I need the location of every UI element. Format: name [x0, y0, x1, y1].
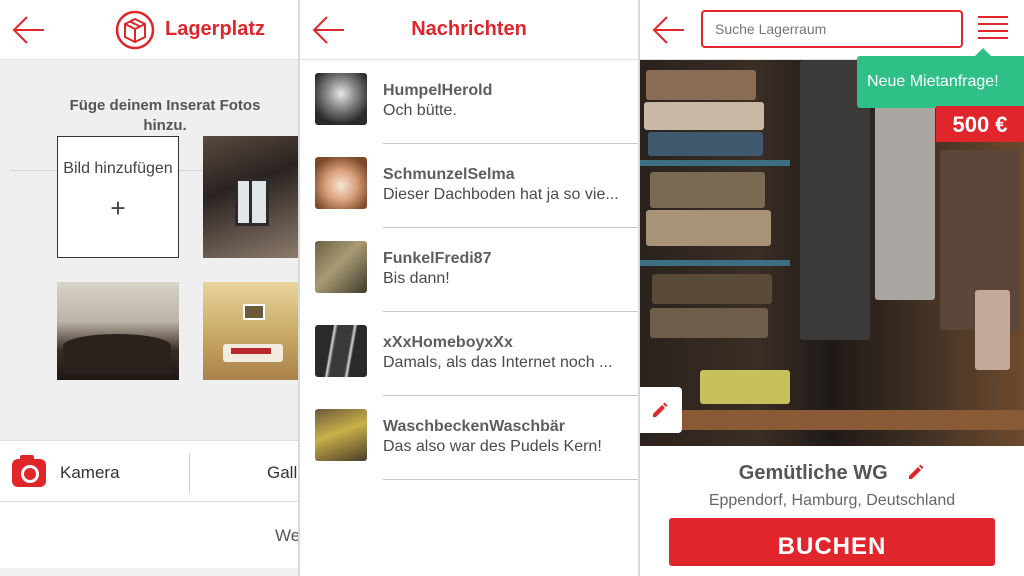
photo-thumbnail-bedroom[interactable] [203, 282, 298, 380]
listing-title-row: Gemütliche WG [640, 462, 1024, 485]
avatar [315, 73, 367, 125]
message-item[interactable]: FunkelFredi87 Bis dann! [300, 228, 638, 312]
camera-icon[interactable] [12, 455, 46, 487]
listing-location: Eppendorf, Hamburg, Deutschland [708, 492, 956, 509]
avatar [315, 409, 367, 461]
listing-screen: Neue Mietanfrage! 500 € Gemütliche WG Ep… [640, 0, 1024, 576]
next-button[interactable]: We [275, 526, 298, 546]
box-logo-icon [115, 10, 155, 50]
book-button[interactable]: BUCHEN [669, 518, 995, 566]
add-image-label: Bild hinzufügen [63, 160, 173, 177]
new-request-toast[interactable]: Neue Mietanfrage! [857, 48, 1024, 108]
top-bar: Lagerplatz [0, 0, 298, 60]
message-sender: HumpelHerold [383, 82, 493, 99]
message-item[interactable]: SchmunzelSelma Dieser Dachboden hat ja s… [300, 144, 638, 228]
page-title: Lagerplatz [165, 18, 266, 40]
avatar [315, 241, 367, 293]
back-arrow-icon[interactable] [12, 14, 46, 46]
add-image-button[interactable]: Bild hinzufügen + [57, 136, 179, 258]
edit-title-pencil-icon[interactable] [907, 463, 925, 481]
top-bar: Nachrichten [300, 0, 638, 60]
message-preview: Dieser Dachboden hat ja so vie... [383, 186, 619, 203]
message-preview: Damals, als das Internet noch ... [383, 354, 613, 371]
plus-icon: + [110, 193, 126, 223]
avatar [315, 325, 367, 377]
toolbar-divider [189, 453, 190, 493]
hamburger-menu-icon[interactable] [978, 14, 1008, 42]
pencil-icon [653, 402, 668, 417]
window-shape [235, 178, 269, 226]
top-bar [640, 0, 1024, 60]
page-title: Nachrichten [411, 18, 527, 40]
message-sender: xXxHomeboyxXx [383, 334, 513, 351]
camera-button[interactable]: Kamera [60, 463, 120, 483]
edit-photo-button[interactable] [640, 387, 682, 433]
message-preview: Bis dann! [383, 270, 450, 287]
photo-thumbnail-attic-window[interactable] [203, 136, 298, 258]
message-sender: FunkelFredi87 [383, 250, 492, 267]
back-arrow-icon[interactable] [652, 14, 686, 46]
message-preview: Das also war des Pudels Kern! [383, 438, 602, 455]
picture-shape [243, 304, 265, 320]
divider [383, 479, 638, 480]
messages-screen: Nachrichten HumpelHerold Och bütte. Schm… [300, 0, 638, 576]
price-badge: 500 € [936, 106, 1024, 142]
message-sender: SchmunzelSelma [383, 166, 515, 183]
listing-title: Gemütliche WG [738, 462, 888, 484]
message-sender: WaschbeckenWaschbär [383, 418, 565, 435]
avatar [315, 157, 367, 209]
message-item[interactable]: xXxHomeboyxXx Damals, als das Internet n… [300, 312, 638, 396]
source-toolbar: Kamera Galle [0, 440, 298, 502]
bottom-strip [0, 568, 298, 576]
tub-shape [63, 334, 171, 374]
message-item[interactable]: WaschbeckenWaschbär Das also war des Pud… [300, 396, 638, 480]
upload-hint: Füge deinem Inserat Fotos hinzu. [69, 97, 261, 134]
search-input[interactable] [701, 10, 963, 48]
message-item[interactable]: HumpelHerold Och bütte. [300, 60, 638, 144]
upload-screen: Lagerplatz Füge deinem Inserat Fotos hin… [0, 0, 298, 576]
photo-thumbnail-cellar[interactable] [57, 282, 179, 380]
message-preview: Och bütte. [383, 102, 457, 119]
gallery-button[interactable]: Galle [267, 463, 298, 483]
bed-shape [223, 344, 283, 362]
